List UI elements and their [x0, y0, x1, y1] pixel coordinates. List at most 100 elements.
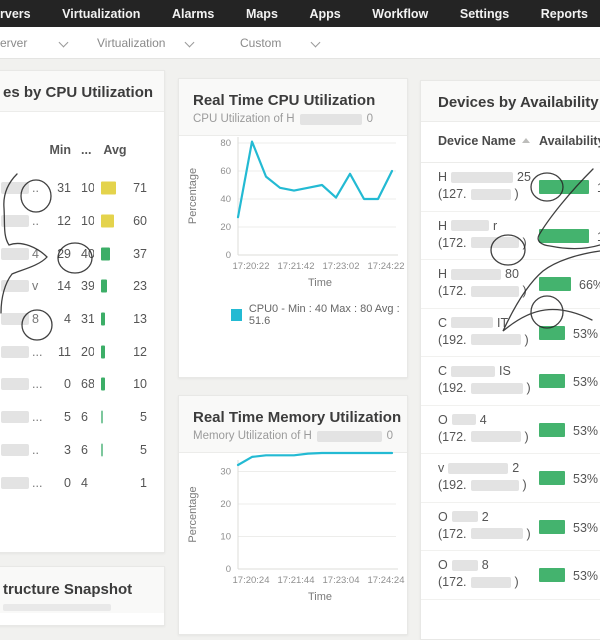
nav-item-rvers[interactable]: rvers — [0, 7, 31, 21]
availability-percent: 53% — [573, 327, 598, 341]
nav-item-settings[interactable]: Settings — [460, 7, 509, 21]
max-value: 68 — [81, 377, 94, 391]
device-ip: (172.) — [438, 236, 527, 250]
device-availability-row[interactable]: Hr(172.)100% — [421, 212, 600, 261]
device-availability-row[interactable]: O2(172.)53% — [421, 503, 600, 552]
device-availability-row[interactable]: CIT(192.)53% — [421, 309, 600, 358]
redacted-device-name — [1, 378, 29, 390]
cpu-table-row[interactable]: ..365 — [0, 434, 164, 467]
svg-text:20: 20 — [220, 222, 231, 233]
redacted-device-ip — [471, 286, 519, 297]
min-value: 31 — [45, 181, 71, 195]
redacted-device-name — [1, 313, 29, 325]
redacted-device-ip — [471, 383, 523, 394]
cpu-col-min[interactable]: Min — [45, 143, 71, 157]
redacted-device-ip — [471, 480, 519, 491]
device-availability-row[interactable]: O4(172.)53% — [421, 406, 600, 455]
toolbar-dropdown-2[interactable]: Custom — [240, 36, 281, 50]
memory-line-chart: 010203017:20:2417:21:4417:23:0417:24:24T… — [179, 396, 409, 636]
avg-color-bar — [101, 182, 116, 195]
device-name-suffix: v — [32, 279, 38, 293]
redacted-device-name — [451, 317, 493, 328]
avg-bar-wrap — [101, 313, 118, 326]
avg-color-bar — [101, 411, 103, 424]
device-name: O4 — [438, 413, 487, 427]
cpu-table-row[interactable]: ...565 — [0, 401, 164, 434]
svg-text:17:23:02: 17:23:02 — [323, 261, 360, 272]
nav-item-maps[interactable]: Maps — [246, 7, 278, 21]
cpu-chart-legend: CPU0 - Min : 40 Max : 80 Avg : 51.6 — [231, 303, 407, 327]
svg-text:60: 60 — [220, 166, 231, 177]
device-availability-row[interactable]: H80(172.)66% — [421, 260, 600, 309]
availability-percent: 53% — [573, 569, 598, 583]
nav-item-reports[interactable]: Reports — [541, 7, 588, 21]
device-availability-row[interactable]: CIS(192.)53% — [421, 357, 600, 406]
cpu-table-row[interactable]: 4294037 — [0, 237, 164, 270]
device-ip-suffix: ) — [527, 527, 531, 541]
avg-bar-wrap — [101, 215, 118, 228]
nav-item-workflow[interactable]: Workflow — [372, 7, 428, 21]
svg-text:20: 20 — [220, 499, 231, 510]
svg-text:17:20:22: 17:20:22 — [233, 261, 270, 272]
device-name-suffix: ... — [32, 410, 42, 424]
device-ip: (172.) — [438, 430, 529, 444]
device-ip: (172.) — [438, 527, 531, 541]
cpu-table-row[interactable]: ..121060 — [0, 205, 164, 238]
device-name-suffix: .. — [32, 181, 39, 195]
avg-value: 5 — [119, 443, 147, 457]
chevron-down-icon[interactable] — [311, 38, 321, 48]
device-name: CIS — [438, 364, 511, 378]
min-value: 29 — [45, 247, 71, 261]
device-name-prefix: O — [438, 413, 448, 427]
cpu-table-row[interactable]: ...041 — [0, 466, 164, 499]
device-availability-row[interactable]: H25(127.)100% — [421, 163, 600, 212]
avg-color-bar — [101, 280, 107, 293]
device-name-prefix: C — [438, 364, 447, 378]
device-ip-prefix: (172. — [438, 575, 467, 589]
svg-text:80: 80 — [220, 138, 231, 149]
min-value: 4 — [45, 312, 71, 326]
device-name-suffix: 4 — [480, 413, 487, 427]
redacted-device-name — [1, 248, 29, 260]
device-name-suffix: 80 — [505, 267, 519, 281]
max-value: 20 — [81, 345, 94, 359]
cpu-table-row[interactable]: ...06810 — [0, 368, 164, 401]
cpu-table-row[interactable]: ...112012 — [0, 335, 164, 368]
chevron-down-icon[interactable] — [59, 38, 69, 48]
redacted-device-name — [1, 477, 29, 489]
device-name-suffix: IT — [497, 316, 508, 330]
cpu-table-row[interactable]: 843113 — [0, 303, 164, 336]
dashboard-toolbar: erver Virtualization Custom — [0, 27, 600, 59]
availability-col-header[interactable]: Availability (%) — [539, 134, 600, 148]
toolbar-dropdown-1[interactable]: Virtualization — [97, 36, 165, 50]
cpu-col-avg[interactable]: Avg — [102, 143, 128, 157]
device-name-prefix: O — [438, 510, 448, 524]
device-name-prefix: H — [438, 219, 447, 233]
cpu-table-row[interactable]: v143923 — [0, 270, 164, 303]
device-availability-row[interactable]: v2(192.)53% — [421, 454, 600, 503]
device-name: CIT — [438, 316, 508, 330]
cpu-table-row[interactable]: ..311071 — [0, 172, 164, 205]
device-name-prefix: O — [438, 558, 448, 572]
nav-item-apps[interactable]: Apps — [309, 7, 340, 21]
nav-item-alarms[interactable]: Alarms — [172, 7, 214, 21]
toolbar-dropdown-0[interactable]: erver — [0, 36, 27, 50]
availability-percent: 53% — [573, 375, 598, 389]
avg-value: 71 — [119, 181, 147, 195]
min-value: 3 — [45, 443, 71, 457]
chevron-down-icon[interactable] — [185, 38, 195, 48]
device-name-sort-header[interactable]: Device Name — [438, 134, 530, 148]
device-name-suffix: 8 — [32, 312, 39, 326]
realtime-memory-panel: Real Time Memory Utilization Memory Util… — [178, 395, 408, 635]
redacted-device-name — [451, 220, 489, 231]
cpu-col-max[interactable]: ... — [81, 143, 91, 157]
device-ip-suffix: ) — [523, 478, 527, 492]
svg-text:17:24:24: 17:24:24 — [368, 575, 405, 586]
nav-item-virtualization[interactable]: Virtualization — [62, 7, 140, 21]
availability-percent: 53% — [573, 424, 598, 438]
top-nav: rvers Virtualization Alarms Maps Apps Workflo… — [0, 0, 600, 27]
availability-panel-title: Devices by Availability — [435, 94, 600, 111]
redacted-device-name — [451, 366, 495, 377]
redacted-device-name — [1, 411, 29, 423]
device-availability-row[interactable]: O8(172.)53% — [421, 551, 600, 600]
